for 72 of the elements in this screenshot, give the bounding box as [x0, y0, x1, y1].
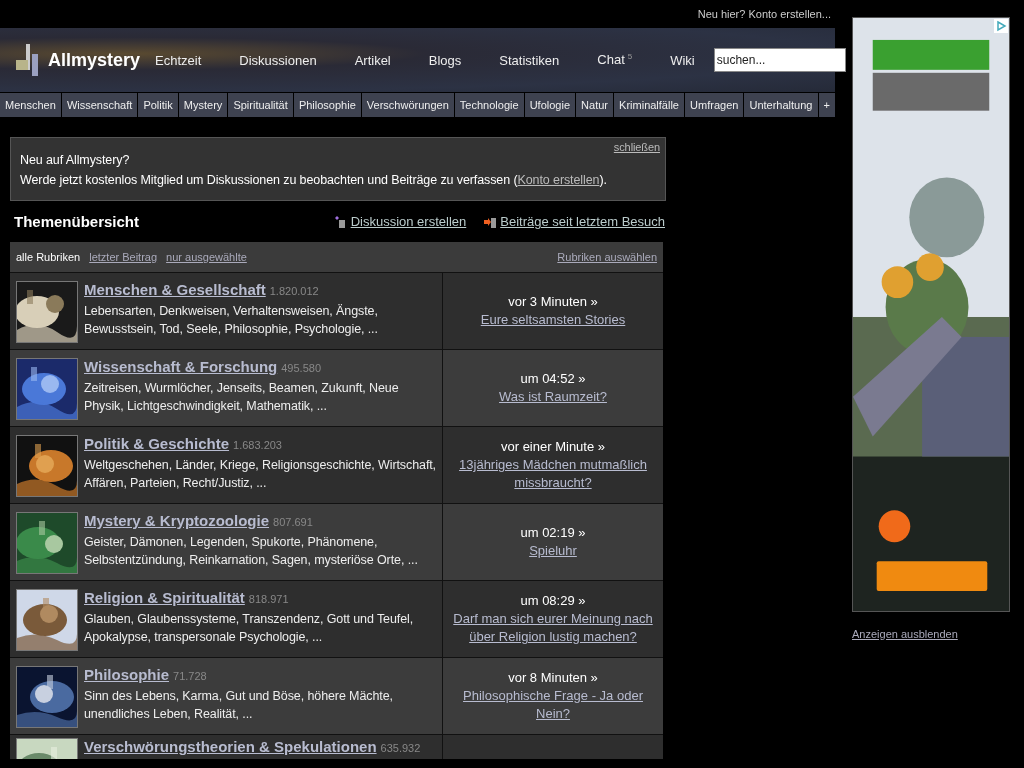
thread-link[interactable]: Darf man sich eurer Meinung nach über Religion lustig machen? — [449, 610, 657, 646]
hide-ads-link[interactable]: Anzeigen ausblenden — [852, 628, 958, 640]
nav-link[interactable]: Diskussionen — [224, 52, 332, 68]
thread-link[interactable]: Philosophische Frage - Ja oder Nein? — [449, 687, 657, 723]
post-time: um 08:29 » — [520, 592, 586, 610]
category-title[interactable]: Wissenschaft & Forschung — [84, 358, 278, 375]
new-posts-icon — [484, 215, 497, 228]
post-time: vor 8 Minuten » — [508, 669, 598, 687]
category-title[interactable]: Religion & Spiritualität — [84, 589, 245, 606]
category-tab[interactable]: Verschwörungen — [361, 93, 454, 117]
nav-link[interactable]: Chat $^{5}$ — [582, 52, 648, 68]
search-field[interactable]: suchen... — [713, 48, 846, 72]
post-time: um 04:52 » — [520, 370, 586, 388]
category-tab[interactable]: Technologie — [454, 93, 524, 117]
post-time: vor einer Minute » — [500, 438, 606, 456]
signup-link[interactable]: Neu hier? Konto erstellen... — [697, 8, 831, 20]
filter-link[interactable]: letzter Beitrag — [89, 251, 158, 263]
topic-list: Sinn des Lebens, Karma, Gut und Böse, höhere Mächte, unendliches Leben, Realität, ... — [84, 687, 436, 723]
category-tab[interactable]: Politik — [138, 93, 178, 117]
new-topic-icon — [334, 215, 347, 228]
select-categories-link[interactable]: Rubriken auswählen — [557, 251, 657, 263]
post-count: 71.728 — [173, 670, 207, 682]
post-count: 818.971 — [248, 593, 289, 605]
category-tab[interactable]: Natur — [576, 93, 614, 117]
category-tab[interactable]: + — [818, 93, 835, 117]
category-tab[interactable]: Ufologie — [524, 93, 576, 117]
category-title[interactable]: Verschwörungstheorien & Spekulationen — [84, 738, 377, 755]
nav-link[interactable]: Echtzeit — [140, 52, 217, 68]
category-tab[interactable]: Unterhaltung — [744, 93, 818, 117]
logo-icon — [16, 44, 40, 76]
filter-link[interactable]: alle Rubriken — [16, 251, 81, 263]
category-tab[interactable]: Umfragen — [685, 93, 744, 117]
thread-link[interactable]: 13jähriges Mädchen mutmaßlich missbraucht? — [449, 456, 657, 492]
category-tab[interactable]: Kriminalfälle — [614, 93, 685, 117]
action-link[interactable]: Diskussion erstellen — [350, 214, 467, 229]
post-count: 495.580 — [281, 362, 321, 374]
topic-list: Geister, Dämonen, Legenden, Spukorte, Phänomene, Selbstentzündung, Reinkarnation, Sagen, mysteriöse Orte, ... — [84, 533, 436, 569]
topic-list: Weltgeschehen, Länder, Kriege, Religionsgeschichte, Wirtschaft, Affären, Parteien, Recht/Justiz, ... — [84, 456, 436, 492]
thread-link[interactable]: Eure seltsamsten Stories — [480, 311, 626, 329]
notice-text: Werde jetzt kostenlos Mitglied um Diskussionen zu beobachten und Beiträge zu verfassen (Konto erstellen). — [20, 172, 608, 189]
category-tab[interactable]: Philosophie — [293, 93, 361, 117]
thread-link[interactable]: Spieluhr — [529, 542, 577, 560]
signup-link[interactable]: Konto erstellen — [517, 173, 600, 187]
category-tab[interactable]: Wissenschaft — [61, 93, 138, 117]
nav-link[interactable]: Artikel — [339, 52, 406, 68]
nav-link[interactable]: Wiki — [655, 52, 710, 68]
category-title[interactable]: Menschen & Gesellschaft — [84, 281, 266, 298]
action-link[interactable]: Beiträge seit letztem Besuch — [500, 214, 665, 229]
post-count: 1.683.203 — [233, 439, 282, 451]
post-time: um 02:19 » — [520, 524, 586, 542]
notice-title: Neu auf Allmystery? — [20, 152, 131, 169]
category-title[interactable]: Politik & Geschichte — [84, 435, 230, 452]
post-count: 635.932 — [380, 742, 421, 754]
category-tab[interactable]: Menschen — [0, 93, 61, 117]
post-count: 1.820.012 — [269, 285, 319, 297]
close-link[interactable]: schließen — [613, 141, 660, 153]
nav-link[interactable]: Blogs — [413, 52, 477, 68]
category-title[interactable]: Philosophie — [84, 666, 169, 683]
filter-link[interactable]: nur ausgewählte — [166, 251, 247, 263]
thread-link[interactable]: Was ist Raumzeit? — [499, 388, 607, 406]
nav-link[interactable]: Statistiken — [484, 52, 575, 68]
category-title[interactable]: Mystery & Kryptozoologie — [84, 512, 270, 529]
category-tab[interactable]: Spiritualität — [228, 93, 293, 117]
category-tab[interactable]: Mystery — [178, 93, 228, 117]
section-title: Themenübersicht — [14, 213, 140, 230]
topic-list: Glauben, Glaubenssysteme, Transzendenz, Gott und Teufel, Apokalypse, transpersonale Psychologie, ... — [84, 610, 436, 646]
post-count: 807.691 — [273, 516, 313, 528]
site-logo[interactable]: Allmystery — [48, 49, 141, 71]
post-time: vor 3 Minuten » — [508, 293, 598, 311]
topic-list: Lebensarten, Denkweisen, Verhaltensweisen, Ängste, Bewusstsein, Tod, Seele, Philosophie, Psychologie, ... — [84, 302, 436, 338]
topic-list: Zeitreisen, Wurmlöcher, Jenseits, Beamen, Zukunft, Neue Physik, Lichtgeschwindigkeit, Mathematik, ... — [84, 379, 436, 415]
ad-choices-icon[interactable] — [994, 19, 1008, 33]
